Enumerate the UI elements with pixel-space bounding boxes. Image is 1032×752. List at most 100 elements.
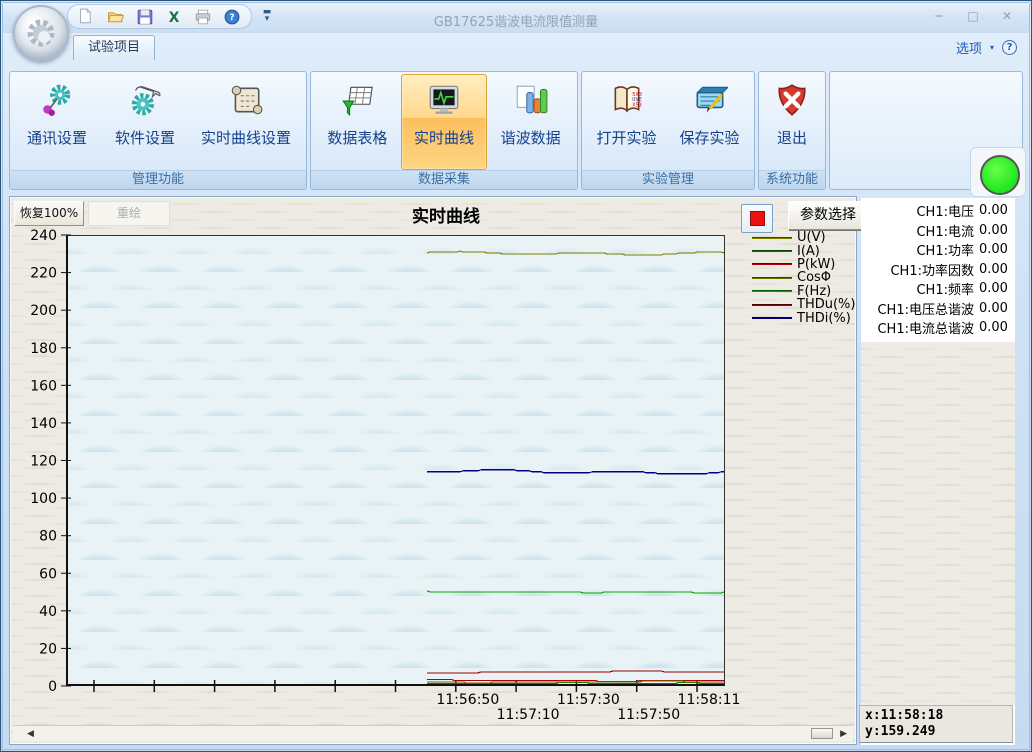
svg-text:11:57:10: 11:57:10 — [497, 707, 560, 723]
svg-text:20: 20 — [39, 641, 57, 657]
parameter-select-button[interactable]: 参数选择 — [788, 201, 868, 230]
legend-line-swatch — [752, 263, 792, 265]
ribbon-button[interactable]: 谐波数据 — [487, 74, 574, 170]
open-book-icon: 5X0UVEX53 — [609, 82, 645, 118]
ribbon-button[interactable]: 保存实验 — [668, 74, 751, 170]
ribbon-button[interactable]: 实时曲线 — [401, 74, 488, 170]
legend-line-swatch — [752, 237, 792, 239]
svg-text:160: 160 — [30, 378, 57, 394]
ribbon-button[interactable]: 5X0UVEX53 打开实验 — [585, 74, 668, 170]
svg-text:0: 0 — [48, 679, 57, 695]
ribbon-button-label: 谐波数据 — [501, 127, 561, 148]
reading-label: CH1:功率 — [861, 240, 974, 259]
svg-text:?: ? — [229, 13, 234, 23]
stop-acquisition-button[interactable] — [741, 204, 773, 233]
ribbon-button[interactable]: 实时曲线设置 — [189, 74, 303, 170]
wrench-gear-icon — [127, 82, 163, 118]
stop-icon — [750, 211, 765, 226]
chevron-down-icon: ▾ — [990, 43, 994, 52]
svg-text:X53: X53 — [632, 102, 642, 108]
legend-line-swatch — [752, 317, 792, 319]
svg-text:200: 200 — [30, 303, 57, 319]
exit-shield-icon — [774, 82, 810, 118]
legend-item: P(kW) — [752, 258, 855, 271]
ribbon-button[interactable]: 软件设置 — [101, 74, 189, 170]
ribbon-group-label: 实验管理 — [582, 170, 754, 189]
reading-value: 0.00 — [979, 320, 1015, 335]
table-filter-icon — [339, 82, 375, 118]
app-window: GB17625谐波电流限值测量 ─ □ ✕ X? ▬▾ 试验项目 选项 ▾ ? … — [0, 0, 1032, 752]
readings-panel: CH1:电压 0.00CH1:电流 0.00CH1:功率 0.00CH1:功率因… — [861, 198, 1015, 745]
horizontal-scrollbar[interactable]: ◀ ▶ — [13, 725, 853, 741]
caption-buttons: ─ □ ✕ — [925, 7, 1021, 25]
svg-text:240: 240 — [30, 228, 57, 244]
ribbon-group-label: 数据采集 — [311, 170, 577, 189]
chart-legend: U(V) I(A) P(kW) CosΦ F(Hz) THDu(%) THDi(… — [752, 231, 855, 325]
reading-label: CH1:电流总谐波 — [861, 318, 974, 337]
ch1-readings: CH1:电压 0.00CH1:电流 0.00CH1:功率 0.00CH1:功率因… — [861, 198, 1015, 339]
reading-label: CH1:电压总谐波 — [861, 299, 974, 318]
comm-gear-icon — [39, 82, 75, 118]
legend-item: CosΦ — [752, 271, 855, 284]
qat-customize-icon[interactable]: ▬▾ — [261, 9, 273, 23]
legend-line-swatch — [752, 250, 792, 252]
svg-text:220: 220 — [30, 266, 57, 282]
save-icon[interactable] — [136, 8, 154, 26]
ribbon-group: 5X0UVEX53 打开实验 保存实验实验管理 — [581, 71, 755, 190]
ribbon-spacer-panel — [829, 71, 1023, 190]
help-icon[interactable]: ? — [1002, 40, 1017, 55]
ribbon-button-label: 实时曲线 — [414, 127, 474, 148]
gear-icon — [24, 16, 58, 50]
legend-item: U(V) — [752, 231, 855, 244]
legend-label: THDi(%) — [797, 311, 851, 326]
options-menu[interactable]: 选项 — [956, 38, 982, 57]
reading-value: 0.00 — [979, 242, 1015, 257]
reading-label: CH1:频率 — [861, 279, 974, 298]
legend-line-swatch — [752, 277, 792, 279]
legend-item: THDu(%) — [752, 298, 855, 311]
help-icon[interactable]: ? — [223, 8, 241, 26]
minimize-button[interactable]: ─ — [925, 7, 953, 25]
ribbon-tab-strip: 试验项目 选项 ▾ ? — [3, 33, 1029, 60]
print-icon[interactable] — [194, 8, 212, 26]
legend-line-swatch — [752, 290, 792, 292]
reading-label: CH1:电流 — [861, 221, 974, 240]
plot-overlay: 02040608010012014016018020022024011:56:5… — [10, 197, 858, 729]
svg-text:X: X — [169, 9, 180, 25]
scrollbar-thumb[interactable] — [811, 728, 833, 739]
legend-item: THDi(%) — [752, 311, 855, 324]
svg-text:80: 80 — [39, 529, 57, 545]
legend-item: F(Hz) — [752, 285, 855, 298]
save-notebook-icon — [692, 82, 728, 118]
cursor-x-value: x:11:58:18 — [865, 708, 1007, 724]
svg-text:120: 120 — [30, 454, 57, 470]
cursor-y-value: y:159.249 — [865, 724, 1007, 740]
legend-line-swatch — [752, 304, 792, 306]
maximize-button[interactable]: □ — [959, 7, 987, 25]
monitor-wave-icon — [426, 82, 462, 118]
close-button[interactable]: ✕ — [993, 7, 1021, 25]
ribbon-button-label: 通讯设置 — [27, 127, 87, 148]
ribbon-button[interactable]: 通讯设置 — [13, 74, 101, 170]
scroll-right-icon[interactable]: ▶ — [840, 729, 847, 739]
ribbon-button[interactable]: 退出 — [762, 74, 822, 170]
ribbon-button[interactable]: 数据表格 — [314, 74, 401, 170]
ribbon-button-label: 退出 — [777, 127, 807, 148]
ribbon-button-label: 实时曲线设置 — [201, 127, 291, 148]
ribbon-group-label: 系统功能 — [759, 170, 825, 189]
ribbon-button-label: 打开实验 — [596, 127, 656, 148]
application-menu-button[interactable] — [13, 5, 69, 61]
ribbon: 通讯设置 软件设置 实时曲线设置管理功能 数据表格 实时曲线 谐波数据数据采集5… — [9, 71, 1023, 190]
tab-test-items[interactable]: 试验项目 — [73, 35, 155, 60]
reading-row: CH1:频率 0.00 — [861, 279, 1015, 299]
ribbon-group: 通讯设置 软件设置 实时曲线设置管理功能 — [9, 71, 307, 190]
open-file-icon[interactable] — [107, 8, 125, 26]
scroll-left-icon[interactable]: ◀ — [27, 729, 34, 739]
status-indicator — [980, 155, 1020, 195]
readings-panel-filler — [861, 342, 1015, 705]
excel-export-icon[interactable]: X — [165, 8, 183, 26]
svg-text:180: 180 — [30, 341, 57, 357]
new-document-icon[interactable] — [78, 8, 96, 26]
reading-row: CH1:功率 0.00 — [861, 240, 1015, 260]
reading-row: CH1:电压 0.00 — [861, 201, 1015, 221]
